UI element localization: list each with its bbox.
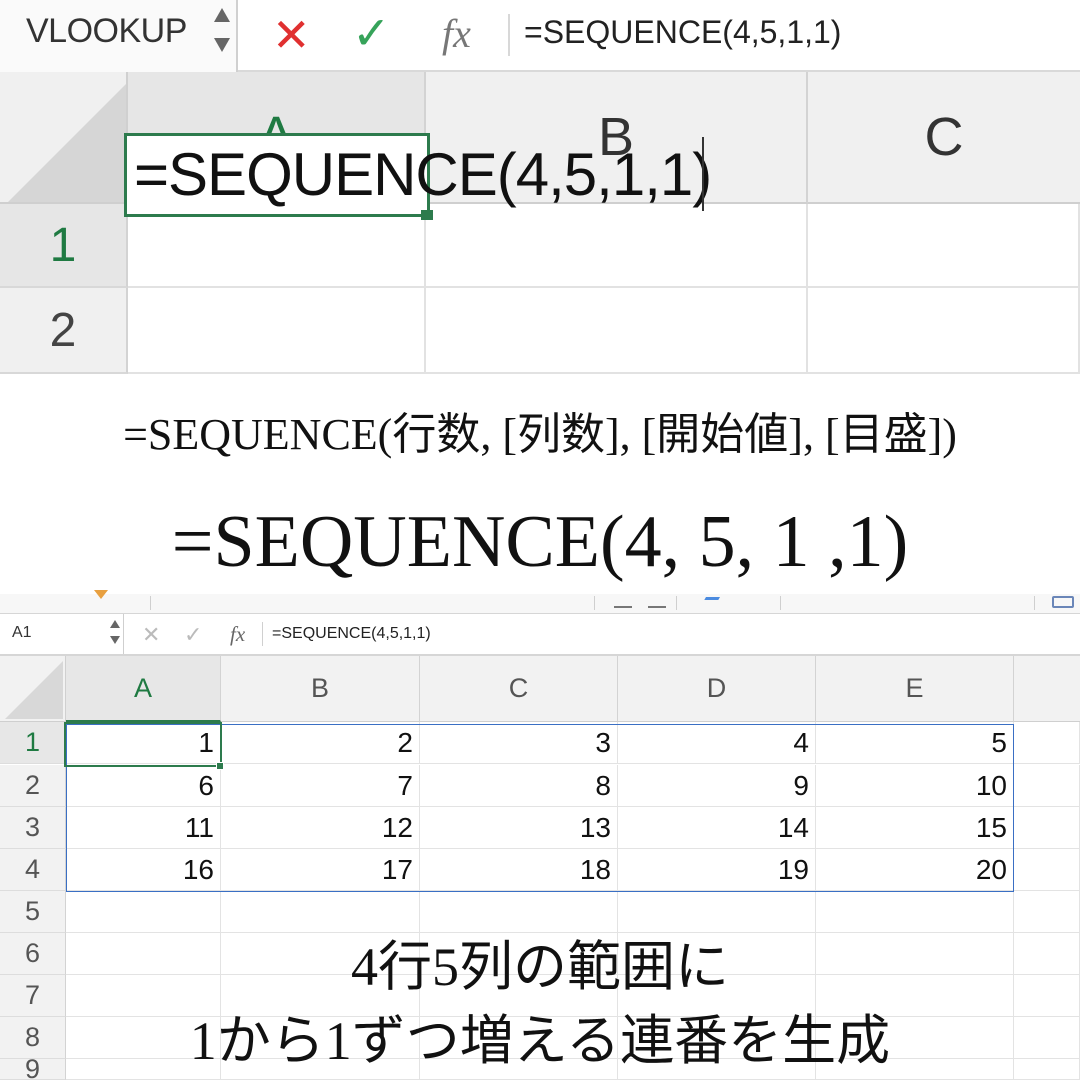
cell-edit-text[interactable]: =SEQUENCE(4,5,1,1) <box>134 140 712 209</box>
column-header-d[interactable]: D <box>618 656 816 722</box>
name-box-stepper-icon[interactable] <box>212 8 232 56</box>
name-box-value[interactable]: A1 <box>12 624 32 642</box>
active-cell-border[interactable] <box>64 722 222 767</box>
row-header-2[interactable]: 2 <box>0 765 66 807</box>
ribbon-divider <box>594 596 595 610</box>
ribbon-divider <box>150 596 151 610</box>
x-icon[interactable]: ✕ <box>272 8 311 62</box>
cell-c1[interactable] <box>808 204 1080 288</box>
ribbon-divider <box>780 596 781 610</box>
row-header-3[interactable]: 3 <box>0 807 66 849</box>
name-box-stepper-icon[interactable] <box>110 620 120 648</box>
select-all-corner[interactable] <box>0 72 128 204</box>
cell-b2[interactable] <box>426 288 808 374</box>
cell-f3[interactable] <box>1014 807 1080 849</box>
formula-input[interactable]: =SEQUENCE(4,5,1,1) <box>524 14 841 51</box>
ribbon-table-icon[interactable] <box>1052 596 1074 608</box>
bottom-formula-bar: A1 ✕ ✓ fx =SEQUENCE(4,5,1,1) <box>0 614 1080 656</box>
ribbon-orange-icon[interactable] <box>94 590 108 599</box>
fill-handle[interactable] <box>216 762 224 770</box>
cell-f4[interactable] <box>1014 849 1080 891</box>
check-icon[interactable]: ✓ <box>352 6 391 60</box>
formula-input[interactable]: =SEQUENCE(4,5,1,1) <box>272 625 431 643</box>
column-header-b[interactable]: B <box>221 656 420 722</box>
name-box[interactable]: VLOOKUP <box>0 0 238 72</box>
text-caret <box>702 137 704 211</box>
row-header-1[interactable]: 1 <box>0 204 128 288</box>
row-header-2[interactable]: 2 <box>0 288 128 374</box>
example-caption: =SEQUENCE(4, 5, 1 ,1) <box>171 501 909 583</box>
column-header-f[interactable] <box>1014 656 1080 722</box>
ribbon-divider <box>676 596 677 610</box>
cell-a2[interactable] <box>128 288 426 374</box>
fx-icon[interactable]: fx <box>442 10 471 57</box>
cell-f1[interactable] <box>1014 722 1080 764</box>
top-spreadsheet-grid: A B C 1 2 <box>0 72 1080 374</box>
cell-c2[interactable] <box>808 288 1080 374</box>
description-line-2: 1から1ずつ増える連番を生成 <box>189 1011 891 1071</box>
ribbon-control-icon[interactable] <box>614 598 632 608</box>
column-header-a[interactable]: A <box>66 656 221 722</box>
ribbon-blue-icon[interactable] <box>704 594 722 600</box>
row-header-4[interactable]: 4 <box>0 849 66 891</box>
description-line-1: 4行5列の範囲に <box>351 937 729 997</box>
fill-handle[interactable] <box>421 210 433 220</box>
select-all-corner[interactable] <box>0 656 66 722</box>
column-header-e[interactable]: E <box>816 656 1014 722</box>
check-icon[interactable]: ✓ <box>184 622 202 648</box>
x-icon[interactable]: ✕ <box>142 622 160 648</box>
row-header-1[interactable]: 1 <box>0 722 66 764</box>
cell-f2[interactable] <box>1014 765 1080 807</box>
formula-separator <box>508 14 510 56</box>
column-header-c[interactable]: C <box>808 72 1080 204</box>
cell-b1[interactable] <box>426 204 808 288</box>
ribbon-divider <box>1034 596 1035 610</box>
ribbon-strip <box>0 590 1080 614</box>
fx-icon[interactable]: fx <box>230 622 245 647</box>
column-header-c[interactable]: C <box>420 656 618 722</box>
formula-separator <box>262 622 263 646</box>
top-formula-bar: VLOOKUP ✕ ✓ fx =SEQUENCE(4,5,1,1) <box>0 0 1080 72</box>
name-box[interactable]: A1 <box>0 614 124 654</box>
ribbon-control-icon[interactable] <box>648 598 666 608</box>
name-box-value[interactable]: VLOOKUP <box>26 12 187 51</box>
syntax-caption: =SEQUENCE(行数, [列数], [開始値], [目盛]) <box>123 410 957 459</box>
